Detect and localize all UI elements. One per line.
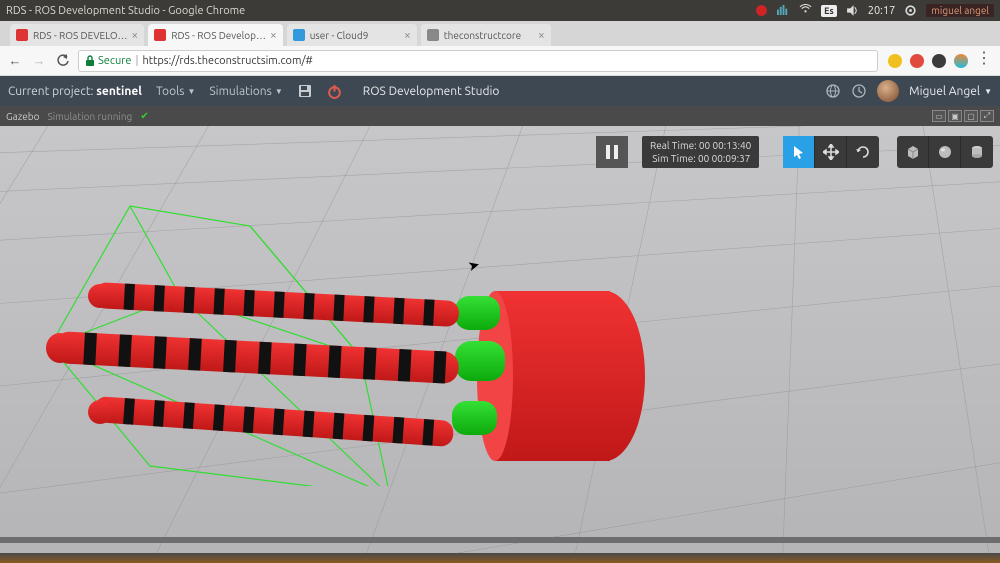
globe-icon[interactable] bbox=[825, 83, 841, 99]
robot-model bbox=[40, 186, 680, 486]
username-menu[interactable]: Miguel Angel▼ bbox=[909, 85, 992, 98]
shape-tools bbox=[897, 136, 993, 168]
tab-constructcore[interactable]: theconstructcore × bbox=[421, 24, 551, 46]
ext-icon[interactable] bbox=[954, 54, 968, 68]
app-title: ROS Development Studio bbox=[363, 85, 500, 98]
close-icon[interactable]: × bbox=[131, 29, 138, 42]
project-name: sentinel bbox=[96, 85, 142, 98]
save-icon[interactable] bbox=[297, 83, 313, 99]
sim-status: Simulation running bbox=[48, 111, 133, 122]
cylinder-tool[interactable] bbox=[961, 136, 993, 168]
tab-cloud9[interactable]: user - Cloud9 × bbox=[287, 24, 417, 46]
user-chip[interactable]: miguel angel bbox=[926, 4, 994, 17]
os-titlebar: RDS - ROS Development Studio - Google Ch… bbox=[0, 0, 1000, 21]
favicon-icon bbox=[16, 29, 28, 41]
gear-icon[interactable] bbox=[904, 4, 917, 17]
check-icon: ✔ bbox=[140, 110, 148, 122]
select-tool[interactable] bbox=[783, 136, 815, 168]
browser-tab-strip: RDS - ROS DEVELO… × RDS - ROS Develop… ×… bbox=[0, 21, 1000, 46]
url-input[interactable]: Secure | https://rds.theconstructsim.com… bbox=[78, 50, 878, 72]
menu-simulations[interactable]: Simulations▼ bbox=[209, 85, 282, 98]
clock-icon[interactable] bbox=[851, 83, 867, 99]
power-icon[interactable] bbox=[327, 83, 343, 99]
close-icon[interactable]: × bbox=[538, 29, 545, 42]
clock[interactable]: 20:17 bbox=[868, 5, 896, 17]
viewport-scrollbar[interactable] bbox=[0, 537, 1000, 543]
record-icon[interactable] bbox=[755, 4, 768, 17]
menu-tools[interactable]: Tools▼ bbox=[156, 85, 195, 98]
address-bar: ← → Secure | https://rds.theconstructsim… bbox=[0, 46, 1000, 76]
evernote-icon[interactable] bbox=[932, 54, 946, 68]
gazebo-bar: Gazebo Simulation running ✔ ▭ ▣ ▢ ⤢ bbox=[0, 106, 1000, 126]
window-restore-icon[interactable]: ▣ bbox=[948, 110, 962, 122]
rotate-tool[interactable] bbox=[847, 136, 879, 168]
back-button[interactable]: ← bbox=[6, 52, 24, 70]
tab-rds-active[interactable]: RDS - ROS Develop… × bbox=[148, 24, 283, 46]
translate-tool[interactable] bbox=[815, 136, 847, 168]
box-tool[interactable] bbox=[897, 136, 929, 168]
system-tray: Es 20:17 miguel angel bbox=[755, 4, 994, 17]
forward-button[interactable]: → bbox=[30, 52, 48, 70]
play-controls bbox=[596, 136, 628, 168]
window-maximize-icon[interactable]: ▢ bbox=[964, 110, 978, 122]
opera-icon[interactable] bbox=[910, 54, 924, 68]
window-expand-icon[interactable]: ⤢ bbox=[980, 110, 994, 122]
lock-icon: Secure bbox=[85, 55, 131, 67]
time-readout: Real Time: 00 00:13:40 Sim Time: 00 00:0… bbox=[642, 136, 759, 168]
favicon-icon bbox=[427, 29, 439, 41]
app-header: Current project: sentinel Tools▼ Simulat… bbox=[0, 76, 1000, 106]
avatar[interactable] bbox=[877, 80, 899, 102]
close-icon[interactable]: × bbox=[270, 29, 277, 42]
close-icon[interactable]: × bbox=[404, 29, 411, 42]
reload-button[interactable] bbox=[54, 52, 72, 70]
bottom-strip bbox=[0, 553, 1000, 563]
gazebo-tab[interactable]: Gazebo bbox=[6, 111, 40, 122]
extension-icons: ⋮ bbox=[884, 54, 994, 68]
tab-rds-1[interactable]: RDS - ROS DEVELO… × bbox=[10, 24, 144, 46]
window-title: RDS - ROS Development Studio - Google Ch… bbox=[6, 5, 245, 17]
activity-icon[interactable] bbox=[777, 4, 790, 17]
url-text: https://rds.theconstructsim.com/# bbox=[142, 55, 312, 67]
favicon-icon bbox=[154, 29, 166, 41]
chrome-menu-icon[interactable]: ⋮ bbox=[976, 54, 990, 68]
sphere-tool[interactable] bbox=[929, 136, 961, 168]
favicon-icon bbox=[293, 29, 305, 41]
volume-icon[interactable] bbox=[846, 4, 859, 17]
keyboard-lang[interactable]: Es bbox=[821, 5, 837, 17]
manipulate-tools bbox=[783, 136, 879, 168]
pause-button[interactable] bbox=[596, 136, 628, 168]
window-minimize-icon[interactable]: ▭ bbox=[932, 110, 946, 122]
viewport-3d[interactable]: Real Time: 00 00:13:40 Sim Time: 00 00:0… bbox=[0, 126, 1000, 553]
current-project-label: Current project: sentinel bbox=[8, 85, 142, 98]
ext-icon[interactable] bbox=[888, 54, 902, 68]
wifi-icon[interactable] bbox=[799, 4, 812, 17]
